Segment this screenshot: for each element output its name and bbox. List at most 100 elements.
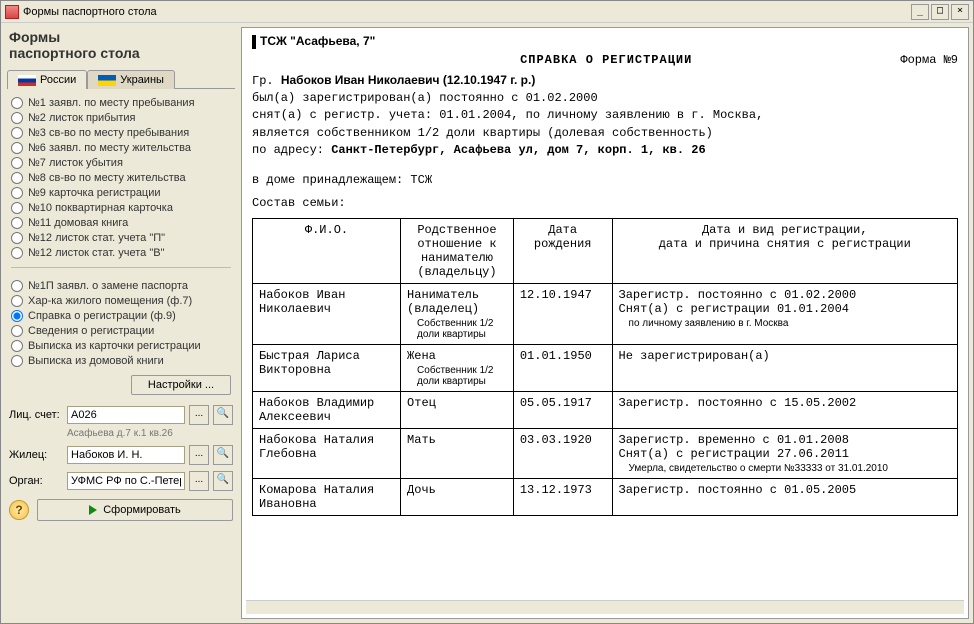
form-option-label: Выписка из домовой книги <box>28 355 164 367</box>
cell-dob: 03.03.1920 <box>513 429 612 479</box>
form-option[interactable]: Сведения о регистрации <box>11 325 233 337</box>
org-input[interactable] <box>67 472 185 490</box>
col-relation: Родственное отношение к нанимателю (влад… <box>401 219 514 284</box>
form-option[interactable]: №1П заявл. о замене паспорта <box>11 280 233 292</box>
form-option-label: №10 поквартирная карточка <box>28 202 173 214</box>
form-radio[interactable] <box>11 97 23 109</box>
form-option[interactable]: №7 листок убытия <box>11 157 233 169</box>
form-option-label: №8 св-во по месту жительства <box>28 172 186 184</box>
form-radio[interactable] <box>11 157 23 169</box>
doc-family-label: Состав семьи: <box>252 195 958 212</box>
cell-relation-sub: Собственник 1/2 доли квартиры <box>407 365 507 387</box>
maximize-button[interactable]: □ <box>931 4 949 20</box>
table-row: Набокова Наталия ГлебовнаМать03.03.1920З… <box>253 429 958 479</box>
form-radio[interactable] <box>11 112 23 124</box>
form-radio[interactable] <box>11 232 23 244</box>
family-table: Ф.И.О. Родственное отношение к нанимател… <box>252 218 958 516</box>
form-radio[interactable] <box>11 280 23 292</box>
account-label: Лиц. счет: <box>9 409 63 421</box>
separator <box>11 267 231 268</box>
ukraine-flag-icon <box>98 75 116 86</box>
org-search-button[interactable]: 🔍 <box>213 471 233 491</box>
form-radio[interactable] <box>11 310 23 322</box>
form-radio[interactable] <box>11 355 23 367</box>
form-option[interactable]: №8 св-во по месту жительства <box>11 172 233 184</box>
form-option[interactable]: №6 заявл. по месту жительства <box>11 142 233 154</box>
doc-address-label: по адресу: <box>252 143 331 157</box>
form-option[interactable]: Справка о регистрации (ф.9) <box>11 310 233 322</box>
doc-line-2: снят(а) с регистр. учета: 01.01.2004, по… <box>252 107 958 124</box>
org-browse-button[interactable]: ... <box>189 471 209 491</box>
account-input[interactable] <box>67 406 185 424</box>
form-option-label: №12 листок стат. учета "П" <box>28 232 165 244</box>
cell-dob: 12.10.1947 <box>513 284 612 345</box>
cell-fio: Комарова Наталия Ивановна <box>253 479 401 516</box>
tenant-input[interactable] <box>67 446 185 464</box>
form-option[interactable]: Выписка из карточки регистрации <box>11 340 233 352</box>
account-browse-button[interactable]: ... <box>189 405 209 425</box>
form-option[interactable]: №3 св-во по месту пребывания <box>11 127 233 139</box>
form-radio[interactable] <box>11 295 23 307</box>
form-option-label: Хар-ка жилого помещения (ф.7) <box>28 295 192 307</box>
form-option[interactable]: Выписка из домовой книги <box>11 355 233 367</box>
form-option-label: №1П заявл. о замене паспорта <box>28 280 188 292</box>
doc-address-value: Санкт-Петербург, Асафьева ул, дом 7, кор… <box>331 143 705 157</box>
form-option[interactable]: №12 листок стат. учета "В" <box>11 247 233 259</box>
form-option-label: Справка о регистрации (ф.9) <box>28 310 176 322</box>
doc-title-row: СПРАВКА О РЕГИСТРАЦИИ Форма №9 <box>252 53 958 67</box>
form-option-label: №3 св-во по месту пребывания <box>28 127 189 139</box>
doc-person: Набоков Иван Николаевич (12.10.1947 г. р… <box>281 73 536 87</box>
form-option-label: №12 листок стат. учета "В" <box>28 247 165 259</box>
minimize-button[interactable]: _ <box>911 4 929 20</box>
tenant-browse-button[interactable]: ... <box>189 445 209 465</box>
form-radio[interactable] <box>11 217 23 229</box>
tab-ukraine[interactable]: Украины <box>87 70 175 89</box>
account-search-button[interactable]: 🔍 <box>213 405 233 425</box>
cell-dob: 01.01.1950 <box>513 345 612 392</box>
form-option[interactable]: №11 домовая книга <box>11 217 233 229</box>
body: Формы паспортного стола России Украины №… <box>1 23 973 623</box>
doc-belongs: в доме принадлежащем: ТСЖ <box>252 172 958 189</box>
tab-russia[interactable]: России <box>7 70 87 89</box>
document-scroll[interactable]: ТСЖ "Асафьева, 7" СПРАВКА О РЕГИСТРАЦИИ … <box>246 32 964 600</box>
close-button[interactable]: × <box>951 4 969 20</box>
form-option[interactable]: №1 заявл. по месту пребывания <box>11 97 233 109</box>
cell-fio: Набоков Иван Николаевич <box>253 284 401 345</box>
form-option-label: №7 листок убытия <box>28 157 123 169</box>
help-button[interactable]: ? <box>9 500 29 520</box>
cell-dob: 13.12.1973 <box>513 479 612 516</box>
tenant-search-button[interactable]: 🔍 <box>213 445 233 465</box>
form-radio[interactable] <box>11 247 23 259</box>
horizontal-scrollbar[interactable] <box>246 600 964 614</box>
form-option-label: №6 заявл. по месту жительства <box>28 142 191 154</box>
form-radio[interactable] <box>11 325 23 337</box>
form-option[interactable]: Хар-ка жилого помещения (ф.7) <box>11 295 233 307</box>
cell-reg-sub: Умерла, свидетельство о смерти №33333 от… <box>619 463 951 474</box>
form-radio[interactable] <box>11 172 23 184</box>
cell-reg-sub: по личному заявлению в г. Москва <box>619 318 951 329</box>
tenant-row: Жилец: ... 🔍 <box>5 443 237 467</box>
form-radio[interactable] <box>11 127 23 139</box>
form-radio[interactable] <box>11 187 23 199</box>
sidebar: Формы паспортного стола России Украины №… <box>5 27 237 619</box>
table-row: Быстрая Лариса ВикторовнаЖенаСобственник… <box>253 345 958 392</box>
col-reg: Дата и вид регистрации, дата и причина с… <box>612 219 957 284</box>
form-radio[interactable] <box>11 202 23 214</box>
account-row: Лиц. счет: ... 🔍 <box>5 403 237 427</box>
doc-form-number: Форма №9 <box>900 53 958 67</box>
doc-line-1: был(а) зарегистрирован(а) постоянно с 01… <box>252 90 958 107</box>
document-pane: ТСЖ "Асафьева, 7" СПРАВКА О РЕГИСТРАЦИИ … <box>241 27 969 619</box>
cell-relation: Мать <box>401 429 514 479</box>
cell-relation: Дочь <box>401 479 514 516</box>
form-radio[interactable] <box>11 340 23 352</box>
generate-button[interactable]: Сформировать <box>37 499 233 521</box>
form-option[interactable]: №12 листок стат. учета "П" <box>11 232 233 244</box>
org-label: Орган: <box>9 475 63 487</box>
form-option-label: №11 домовая книга <box>28 217 128 229</box>
form-radio[interactable] <box>11 142 23 154</box>
form-option[interactable]: №10 поквартирная карточка <box>11 202 233 214</box>
form-option[interactable]: №2 листок прибытия <box>11 112 233 124</box>
settings-button[interactable]: Настройки ... <box>131 375 231 395</box>
form-option[interactable]: №9 карточка регистрации <box>11 187 233 199</box>
window-title: Формы паспортного стола <box>23 6 909 18</box>
